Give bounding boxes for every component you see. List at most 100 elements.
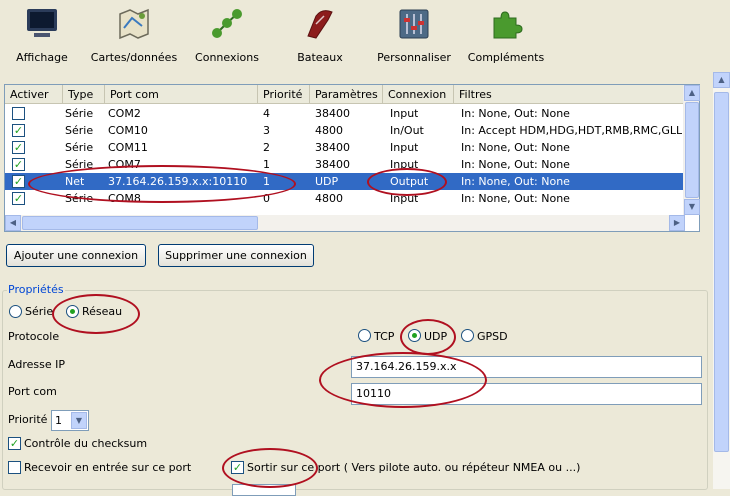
protocol-udp-radio[interactable]: [408, 329, 421, 342]
checksum-label: Contrôle du checksum: [24, 437, 148, 450]
enable-checkbox[interactable]: ✓: [12, 192, 25, 205]
table-row[interactable]: ✓ Série COM11 2 38400 Input In: None, Out: Non…: [5, 139, 685, 156]
toolbar-personnaliser-button[interactable]: Personnaliser: [376, 2, 452, 70]
scroll-thumb[interactable]: [714, 92, 729, 452]
cell-params: 4800: [315, 124, 343, 137]
cell-params: 38400: [315, 141, 350, 154]
cell-port: 37.164.26.159.x.x:10110: [108, 175, 248, 188]
list-vertical-scrollbar[interactable]: ▲ ▼: [683, 85, 700, 215]
cell-filters: In: None, Out: None: [461, 158, 570, 171]
puzzle-icon: [493, 11, 523, 39]
cell-priority: 2: [263, 141, 270, 154]
cell-type: Série: [65, 141, 94, 154]
cell-filters: In: None, Out: None: [461, 107, 570, 120]
cell-params: 38400: [315, 107, 350, 120]
cell-params: 38400: [315, 158, 350, 171]
page-vertical-scrollbar[interactable]: ▲: [713, 72, 730, 489]
cell-priority: 1: [263, 175, 270, 188]
port-label: Port com: [8, 385, 57, 398]
type-serial-label: Série: [25, 305, 54, 318]
column-header-priorite[interactable]: Priorité: [258, 85, 310, 104]
toolbar-cartes-button[interactable]: Cartes/données: [88, 2, 180, 70]
ip-label: Adresse IP: [8, 358, 65, 371]
remove-connection-button[interactable]: Supprimer une connexion: [158, 244, 314, 267]
cell-type: Série: [65, 124, 94, 137]
cell-connection: Input: [390, 192, 419, 205]
column-header-type[interactable]: Type: [63, 85, 105, 104]
cell-priority: 1: [263, 158, 270, 171]
charts-icon: [119, 8, 149, 40]
toolbar-complements-button[interactable]: Compléments: [466, 2, 546, 70]
chevron-down-icon[interactable]: ▼: [71, 412, 87, 429]
toolbar-connexions-button[interactable]: Connexions: [194, 2, 260, 70]
scroll-thumb[interactable]: [685, 102, 699, 198]
properties-legend: Propriétés: [7, 283, 65, 296]
column-header-parametres[interactable]: Paramètres: [310, 85, 383, 104]
column-header-connexion[interactable]: Connexion: [383, 85, 454, 104]
cell-type: Série: [65, 192, 94, 205]
protocol-tcp-label: TCP: [374, 330, 395, 343]
cell-filters: In: None, Out: None: [461, 175, 570, 188]
output-checkbox[interactable]: ✓: [231, 461, 244, 474]
enable-checkbox[interactable]: [12, 107, 25, 120]
cell-priority: 4: [263, 107, 270, 120]
cell-type: Net: [65, 175, 85, 188]
enable-checkbox[interactable]: ✓: [12, 141, 25, 154]
cell-filters: In: None, Out: None: [461, 141, 570, 154]
scroll-down-icon[interactable]: ▼: [684, 199, 700, 215]
cell-port: COM2: [108, 107, 141, 120]
protocol-gpsd-radio[interactable]: [461, 329, 474, 342]
table-row[interactable]: ✓ Net 37.164.26.159.x.x:10110 1 UDP Output In:…: [5, 173, 685, 190]
checksum-checkbox[interactable]: ✓: [8, 437, 21, 450]
add-connection-button[interactable]: Ajouter une connexion: [6, 244, 146, 267]
connections-list[interactable]: Activer Type Port com Priorité Paramètre…: [4, 84, 700, 232]
priority-select[interactable]: 1 ▼: [51, 410, 89, 431]
cell-port: COM10: [108, 124, 148, 137]
protocol-label: Protocole: [8, 330, 60, 343]
enable-checkbox[interactable]: ✓: [12, 124, 25, 137]
toolbar-bateaux-button[interactable]: Bateaux: [290, 2, 350, 70]
receive-label: Recevoir en entrée sur ce port: [24, 461, 192, 474]
enable-checkbox[interactable]: ✓: [12, 158, 25, 171]
sliders-icon: [399, 9, 429, 39]
cell-priority: 0: [263, 192, 270, 205]
cell-type: Série: [65, 107, 94, 120]
column-header-activer[interactable]: Activer: [5, 85, 63, 104]
output-label: Sortir sur ce port ( Vers pilote auto. o…: [247, 461, 581, 474]
priority-label: Priorité: [8, 413, 48, 426]
cell-params: 4800: [315, 192, 343, 205]
table-row[interactable]: ✓ Série COM10 3 4800 In/Out In: Accept HDM,HDG…: [5, 122, 685, 139]
cell-connection: Input: [390, 141, 419, 154]
toolbar: Affichage Cartes/données Connexions Bate…: [0, 0, 730, 72]
list-horizontal-scrollbar[interactable]: ◀ ▶: [5, 215, 685, 231]
scroll-up-icon[interactable]: ▲: [684, 85, 700, 101]
cell-connection: Input: [390, 107, 419, 120]
column-header-filtres[interactable]: Filtres: [454, 85, 685, 104]
boat-icon: [307, 10, 333, 39]
cell-connection: Output: [390, 175, 429, 188]
column-header-port[interactable]: Port com: [105, 85, 258, 104]
ip-address-input[interactable]: 37.164.26.159.x.x: [351, 356, 702, 378]
protocol-udp-label: UDP: [424, 330, 448, 343]
cell-port: COM11: [108, 141, 148, 154]
cell-type: Série: [65, 158, 94, 171]
scroll-left-icon[interactable]: ◀: [5, 215, 21, 231]
partial-select[interactable]: [232, 484, 296, 496]
type-serial-radio[interactable]: [9, 305, 22, 318]
table-row[interactable]: ✓ Série COM7 1 38400 Input In: None, Out: None: [5, 156, 685, 173]
port-input[interactable]: 10110: [351, 383, 702, 405]
priority-value: 1: [55, 414, 62, 427]
protocol-tcp-radio[interactable]: [358, 329, 371, 342]
enable-checkbox[interactable]: ✓: [12, 175, 25, 188]
cell-priority: 3: [263, 124, 270, 137]
monitor-icon: [27, 9, 57, 37]
type-network-radio[interactable]: [66, 305, 79, 318]
toolbar-affichage-button[interactable]: Affichage: [10, 2, 74, 70]
protocol-gpsd-label: GPSD: [477, 330, 508, 343]
table-row[interactable]: ✓ Série COM8 0 4800 Input In: None, Out: None: [5, 190, 685, 207]
table-row[interactable]: Série COM2 4 38400 Input In: None, Out: None: [5, 105, 685, 122]
scroll-up-icon[interactable]: ▲: [713, 72, 730, 88]
scroll-thumb[interactable]: [22, 216, 258, 230]
receive-checkbox[interactable]: [8, 461, 21, 474]
scroll-right-icon[interactable]: ▶: [669, 215, 685, 231]
